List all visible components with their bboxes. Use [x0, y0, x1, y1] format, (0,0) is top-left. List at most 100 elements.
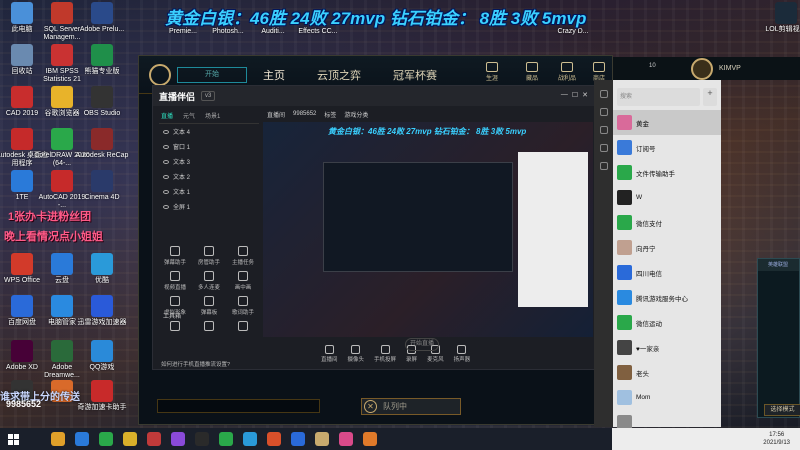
desktop-icon[interactable]: 迅雷游戏加速器 — [74, 295, 130, 327]
taskbar-app-icon[interactable] — [171, 432, 185, 446]
taskbar-app-icon[interactable] — [315, 432, 329, 446]
scene-tab-vitality[interactable]: 元气 — [183, 111, 195, 120]
chat-icon[interactable] — [599, 90, 608, 98]
desktop-icon[interactable]: QQ游戏 — [74, 340, 130, 372]
toolbox-item[interactable] — [191, 321, 227, 333]
toolbox-item[interactable] — [225, 321, 261, 333]
lol-chat-input[interactable] — [157, 399, 320, 413]
add-icon[interactable]: + — [703, 88, 717, 106]
maximize-icon[interactable]: ☐ — [572, 91, 578, 99]
close-icon[interactable]: ✕ — [582, 91, 588, 99]
eye-icon[interactable] — [163, 159, 169, 164]
toolbox-item[interactable]: 多人连麦 — [191, 271, 227, 291]
toolbox-item[interactable] — [157, 321, 193, 333]
lol-nav-profile[interactable]: 生涯 — [486, 62, 498, 82]
source-item[interactable]: 全屏 1 — [159, 199, 259, 214]
start-live-button[interactable]: 开始直播 — [405, 338, 439, 351]
favorites-icon[interactable] — [599, 126, 608, 134]
chat-list-item[interactable]: 订阅号 — [613, 135, 721, 160]
start-button[interactable] — [0, 428, 26, 450]
taskbar-app-icon[interactable] — [363, 432, 377, 446]
toolbox-item[interactable]: 歌词助手 — [225, 296, 261, 316]
bottom-tool[interactable]: 摄像头 — [348, 345, 364, 363]
toolbox-item[interactable]: 画中画 — [225, 271, 261, 291]
chat-list-item[interactable]: 微信支付 — [613, 210, 721, 235]
taskbar-app-icon[interactable] — [75, 432, 89, 446]
scene-tab-live[interactable]: 直播 — [161, 111, 173, 120]
desktop-icon[interactable]: 熊猫专业版 — [74, 44, 130, 76]
scene-tab-scene1[interactable]: 场景1 — [205, 111, 220, 120]
bottom-tool[interactable]: 扬声器 — [454, 345, 470, 363]
taskbar-app-icon[interactable] — [267, 432, 281, 446]
taskbar-app-icon[interactable] — [99, 432, 113, 446]
app-icon — [51, 253, 73, 275]
lol-nav-home[interactable]: 主页 — [263, 67, 285, 83]
chat-list-item[interactable]: 微信运动 — [613, 310, 721, 335]
toolbox-item[interactable]: 弹幕板 — [191, 296, 227, 316]
chat-list-item[interactable]: 文件传输助手 — [613, 160, 721, 185]
taskbar-app-icon[interactable] — [147, 432, 161, 446]
chat-list-item[interactable]: 四川电信 — [613, 260, 721, 285]
eye-icon[interactable] — [163, 204, 169, 209]
help-link[interactable]: 如何进行手机直播推流设置? — [161, 360, 230, 368]
select-mode-button[interactable]: 选择模式 — [764, 404, 800, 416]
source-item[interactable]: 文本 2 — [159, 169, 259, 184]
chat-list-item[interactable]: 老头 — [613, 360, 721, 385]
desktop-icon[interactable]: Cinema 4D — [74, 170, 130, 202]
lol-nav-tft[interactable]: 云顶之弈 — [317, 67, 361, 83]
toolbox-item[interactable]: 弹幕助手 — [157, 246, 193, 266]
chat-list-item[interactable]: 黄金 — [613, 110, 721, 135]
chat-list-item[interactable]: Mom — [613, 385, 721, 410]
wechat-window: 搜索 + 黄金 订阅号 文件传输助手 W 微信支付 向丹宁 四川电信 腾讯游戏服务中心 微信运动… — [613, 80, 721, 430]
taskbar-app-icon[interactable] — [51, 432, 65, 446]
source-item[interactable]: 文本 1 — [159, 184, 259, 199]
moments-icon[interactable] — [599, 162, 608, 170]
desktop-icon[interactable]: Adobe Prelu... — [74, 2, 130, 34]
taskbar-app-icon[interactable] — [123, 432, 137, 446]
source-item[interactable]: 文本 3 — [159, 154, 259, 169]
lol-nav-store[interactable]: 商店 — [593, 62, 605, 82]
bottom-tool[interactable]: 手机投屏 — [374, 345, 396, 363]
live-preview[interactable]: 黄金白银：46胜 24败 27mvp 钻石铂金： 8胜 3败 5mvp — [263, 122, 593, 337]
eye-icon[interactable] — [163, 189, 169, 194]
eye-icon[interactable] — [163, 129, 169, 134]
desktop-icon[interactable]: 奇游加速卡助手 — [74, 380, 130, 412]
toolbox-item[interactable]: 视频直播 — [157, 271, 193, 291]
eye-icon[interactable] — [163, 144, 169, 149]
toolbox-item[interactable]: 房管助手 — [191, 246, 227, 266]
desktop-icon[interactable]: OBS Studio — [74, 86, 130, 118]
taskbar-app-icon[interactable] — [243, 432, 257, 446]
files-icon[interactable] — [599, 144, 608, 152]
search-input[interactable]: 搜索 — [617, 88, 700, 106]
lol-nav-loot[interactable]: 战利品 — [558, 62, 576, 82]
toolbox-item[interactable]: 虚拟形象 — [157, 296, 193, 316]
avatar — [617, 165, 632, 180]
clock[interactable]: 17:56 2021/9/13 — [763, 431, 790, 447]
lol-play-button[interactable]: 开始 — [177, 66, 247, 83]
contacts-icon[interactable] — [599, 108, 608, 116]
chat-list-item[interactable]: 腾讯游戏服务中心 — [613, 285, 721, 310]
queue-status[interactable]: ✕ 队列中 — [361, 398, 461, 415]
lol-logo-icon[interactable] — [149, 63, 171, 86]
desktop-icon[interactable]: 优酷 — [74, 253, 130, 285]
eye-icon[interactable] — [163, 174, 169, 179]
lol-nav-clash[interactable]: 冠军杯赛 — [393, 67, 437, 83]
minimize-icon[interactable]: — — [561, 91, 568, 99]
source-item[interactable]: 窗口 1 — [159, 139, 259, 154]
bottom-tool[interactable]: 直播间 — [321, 345, 338, 363]
taskbar-app-icon[interactable] — [291, 432, 305, 446]
taskbar-app-icon[interactable] — [339, 432, 353, 446]
taskbar-app-icon[interactable] — [195, 432, 209, 446]
chat-list-item[interactable]: ♥一家亲 — [613, 335, 721, 360]
chat-list-item[interactable]: 向丹宁 — [613, 235, 721, 260]
chat-list-item[interactable]: W — [613, 185, 721, 210]
lol-nav-collection[interactable]: 藏品 — [526, 62, 538, 82]
desktop-icon[interactable]: Autodesk ReCap — [74, 128, 130, 160]
toolbox-item[interactable]: 主播任务 — [225, 246, 261, 266]
desktop-icon-lol-clips[interactable]: LOL剪辑视频 — [758, 2, 800, 34]
avatar[interactable] — [691, 57, 713, 80]
taskbar-app-icon[interactable] — [219, 432, 233, 446]
preview-banner: 黄金白银：46胜 24败 27mvp 钻石铂金： 8胜 3败 5mvp — [328, 127, 527, 136]
source-item[interactable]: 文本 4 — [159, 124, 259, 139]
cancel-queue-icon[interactable]: ✕ — [364, 400, 377, 413]
